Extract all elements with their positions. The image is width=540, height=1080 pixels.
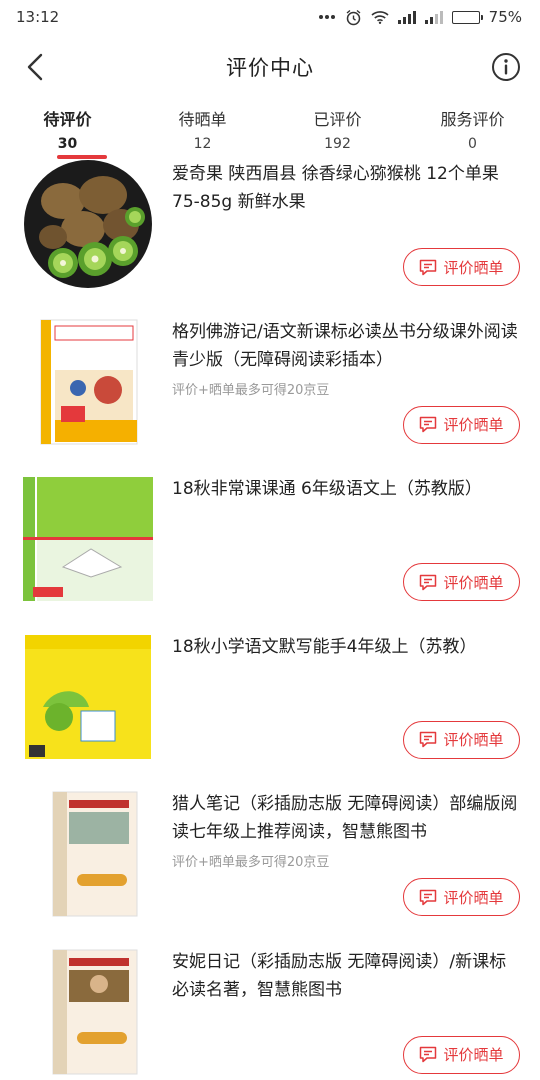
product-title[interactable]: 安妮日记（彩插励志版 无障碍阅读）/新课标必读名著，智慧熊图书 (172, 948, 518, 1004)
tab-label: 待晒单 (178, 110, 227, 129)
page-title: 评价中心 (226, 56, 314, 80)
status-icons: 75% (318, 8, 522, 26)
product-image-lieren[interactable] (20, 788, 155, 920)
product-image-gulliver[interactable] (20, 316, 155, 448)
back-button[interactable] (18, 50, 52, 84)
review-button[interactable]: 评价晒单 (403, 720, 520, 759)
review-button-label: 评价晒单 (443, 1046, 504, 1064)
app-header: 评价中心 (0, 34, 540, 100)
status-time: 13:12 (16, 8, 60, 26)
product-title[interactable]: 18秋非常课课通 6年级语文上（苏教版） (172, 475, 518, 503)
review-button[interactable]: 评价晒单 (403, 878, 520, 916)
review-button-label: 评价晒单 (443, 258, 504, 277)
wifi-icon (371, 10, 389, 24)
info-icon (492, 53, 520, 81)
chevron-left-icon (27, 53, 43, 81)
status-bar: 13:12 75% (0, 0, 540, 34)
tab-count: 192 (324, 136, 351, 152)
review-button[interactable]: 评价晒单 (403, 1035, 520, 1074)
more-dots-icon (318, 14, 336, 20)
review-button-label: 评价晒单 (443, 416, 504, 434)
review-tabs: 待评价 30 待晒单 12 已评价 192 服务评价 0 (0, 100, 540, 162)
tab-count: 30 (57, 136, 78, 152)
comment-icon (420, 259, 437, 275)
product-image-moxie[interactable] (20, 631, 155, 763)
comment-icon (420, 1046, 437, 1063)
battery-icon (451, 10, 484, 24)
product-title[interactable]: 18秋小学语文默写能手4年级上（苏教） (172, 633, 518, 661)
bonus-hint: 评价+晒单最多可得20京豆 (172, 855, 330, 870)
bonus-hint: 评价+晒单最多可得20京豆 (172, 382, 330, 398)
battery-percent: 75% (488, 8, 522, 26)
pending-review-list: 爱奇果 陕西眉县 徐香绿心猕猴桃 12个单果75-85g 新鲜水果 评价晒单 格… (0, 158, 540, 1080)
review-button-label: 评价晒单 (443, 731, 504, 749)
review-button-label: 评价晒单 (443, 573, 504, 592)
product-image-kiwi[interactable] (20, 158, 155, 290)
list-item[interactable]: 格列佛游记/语文新课标必读丛书分级课外阅读青少版（无障碍阅读彩插本） 评价+晒单… (0, 316, 540, 474)
list-item[interactable]: 爱奇果 陕西眉县 徐香绿心猕猴桃 12个单果75-85g 新鲜水果 评价晒单 (0, 158, 540, 316)
product-title[interactable]: 格列佛游记/语文新课标必读丛书分级课外阅读青少版（无障碍阅读彩插本） (172, 318, 518, 374)
tab-pending-photos[interactable]: 待晒单 12 (135, 100, 270, 162)
comment-icon (420, 416, 437, 433)
product-title[interactable]: 爱奇果 陕西眉县 徐香绿心猕猴桃 12个单果75-85g 新鲜水果 (172, 160, 518, 216)
tab-reviewed[interactable]: 已评价 192 (270, 100, 405, 162)
tab-count: 12 (193, 136, 212, 152)
review-button[interactable]: 评价晒单 (403, 405, 520, 444)
list-item[interactable]: 18秋小学语文默写能手4年级上（苏教） 评价晒单 (0, 631, 540, 789)
list-item[interactable]: 猎人笔记（彩插励志版 无障碍阅读）部编版阅读七年级上推荐阅读，智慧熊图书 评价+… (0, 788, 540, 946)
list-item[interactable]: 安妮日记（彩插励志版 无障碍阅读）/新课标必读名著，智慧熊图书 评价晒单 (0, 946, 540, 1080)
signal-icon-1 (397, 10, 416, 24)
list-item[interactable]: 18秋非常课课通 6年级语文上（苏教版） 评价晒单 (0, 473, 540, 631)
review-button[interactable]: 评价晒单 (403, 563, 520, 601)
tab-service-review[interactable]: 服务评价 0 (405, 100, 540, 162)
comment-icon (420, 731, 437, 748)
tab-label: 待评价 (43, 110, 92, 129)
review-button[interactable]: 评价晒单 (403, 248, 520, 286)
alarm-icon (345, 9, 362, 26)
tab-count: 0 (468, 136, 477, 152)
signal-icon-2 (424, 10, 443, 24)
product-title[interactable]: 猎人笔记（彩插励志版 无障碍阅读）部编版阅读七年级上推荐阅读，智慧熊图书 (172, 790, 518, 846)
review-button-label: 评价晒单 (443, 888, 504, 907)
info-button[interactable] (488, 49, 524, 85)
comment-icon (420, 574, 437, 590)
comment-icon (420, 889, 437, 905)
tab-label: 已评价 (313, 110, 362, 129)
product-image-anni[interactable] (20, 946, 155, 1078)
product-image-feichang[interactable] (20, 473, 155, 605)
tab-pending-review[interactable]: 待评价 30 (0, 100, 135, 162)
tab-label: 服务评价 (440, 110, 505, 129)
